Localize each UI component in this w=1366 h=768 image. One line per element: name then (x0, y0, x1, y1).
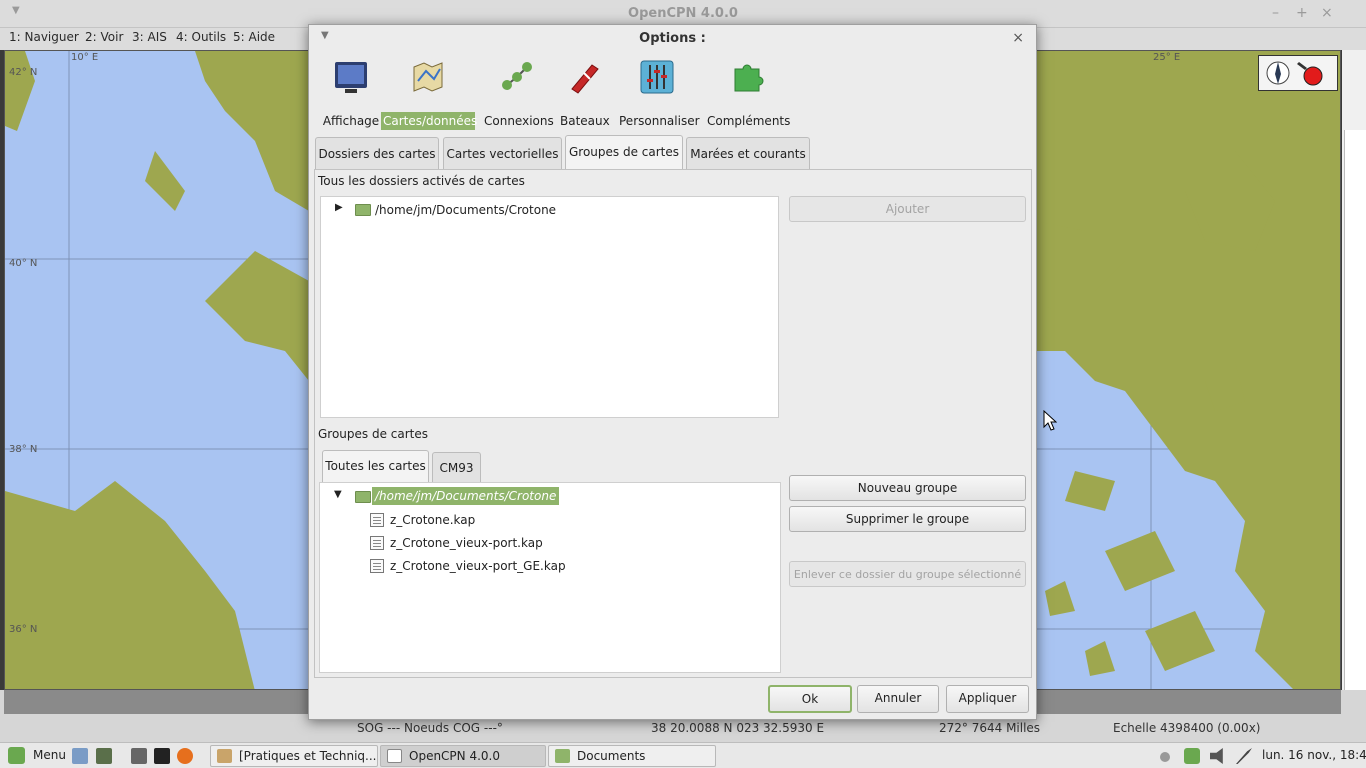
scale-readout: Echelle 4398400 (0.00x) (1113, 721, 1261, 735)
lon-label: 10° E (71, 52, 99, 63)
lat-label: 42° N (9, 67, 38, 78)
lat-label: 38° N (9, 444, 38, 455)
document-icon (217, 749, 232, 763)
folder-icon (555, 749, 570, 763)
add-button[interactable]: Ajouter (789, 196, 1026, 222)
puzzle-icon (734, 64, 764, 92)
tree-folder-path[interactable]: /home/jm/Documents/Crotone (375, 203, 556, 217)
taskbar-window-documents[interactable]: Documents (548, 745, 716, 767)
lat-label: 40° N (9, 258, 38, 269)
show-desktop-icon[interactable] (131, 748, 147, 764)
network-icon[interactable] (1160, 752, 1170, 762)
ship-icon (571, 64, 599, 94)
folder-icon (355, 491, 371, 503)
monitor-icon (335, 62, 367, 93)
taskbar: Menu [Pratiques et Techniq... OpenCPN 4.… (0, 742, 1366, 768)
category-bateaux[interactable]: Bateaux (558, 59, 610, 130)
category-connexions[interactable]: Connexions (482, 59, 554, 130)
update-shield-icon[interactable] (1184, 748, 1200, 764)
minimize-icon[interactable]: – (1272, 5, 1279, 21)
chart-file-item[interactable]: z_Crotone_vieux-port.kap (390, 536, 543, 550)
file-icon (370, 513, 384, 527)
desktop-icon[interactable] (96, 748, 112, 764)
position-readout: 38 20.0088 N 023 32.5930 E (651, 721, 825, 735)
options-dialog: ▼ Options : × Affichage Cartes/données C… (308, 24, 1037, 720)
collapse-icon[interactable]: ▼ (334, 489, 342, 500)
bearing-readout: 272° 7644 Milles (939, 721, 1041, 735)
group-tab-cm93[interactable]: CM93 (432, 452, 481, 482)
file-icon (370, 536, 384, 550)
menu-aide[interactable]: 5: Aide (233, 30, 275, 44)
expand-icon[interactable]: ▶ (335, 202, 343, 213)
clock[interactable]: lun. 16 nov., 18:41 (1262, 748, 1366, 762)
apply-button[interactable]: Appliquer (946, 685, 1029, 713)
menu-ais[interactable]: 3: AIS (132, 30, 167, 44)
tab-marees-et-courants[interactable]: Marées et courants (686, 137, 810, 169)
connections-icon (502, 62, 532, 90)
charts-icon (413, 62, 443, 92)
cancel-button[interactable]: Annuler (857, 685, 939, 713)
firefox-icon[interactable] (177, 748, 193, 764)
tab-cartes-vectorielles[interactable]: Cartes vectorielles (443, 137, 562, 169)
chart-file-item[interactable]: z_Crotone_vieux-port_GE.kap (390, 559, 566, 573)
dialog-close-icon[interactable]: × (1012, 30, 1024, 46)
new-group-button[interactable]: Nouveau groupe (789, 475, 1026, 501)
lon-label: 25° E (1153, 52, 1181, 63)
taskbar-window-opencpn[interactable]: OpenCPN 4.0.0 (380, 745, 546, 767)
all-dirs-label: Tous les dossiers activés de cartes (318, 174, 525, 188)
sog-cog-readout: SOG --- Noeuds COG ---° (357, 721, 503, 735)
opencpn-icon (387, 749, 402, 763)
terminal-icon[interactable] (154, 748, 170, 764)
groups-panel: Tous les dossiers activés de cartes ▶ /h… (314, 169, 1032, 678)
category-personnaliser[interactable]: Personnaliser (617, 59, 700, 130)
sliders-icon (640, 60, 674, 94)
tab-groupes-de-cartes[interactable]: Groupes de cartes (565, 135, 683, 169)
lat-label: 36° N (9, 624, 38, 635)
menu-naviguer[interactable]: 1: Naviguer (9, 30, 79, 44)
selected-group-folder[interactable]: /home/jm/Documents/Crotone (372, 487, 560, 505)
taskbar-window-pratiques[interactable]: [Pratiques et Techniq... (210, 745, 378, 767)
category-complements[interactable]: Compléments (705, 59, 790, 130)
menu-outils[interactable]: 4: Outils (176, 30, 226, 44)
side-pane (1342, 50, 1366, 690)
app-title: OpenCPN 4.0.0 (628, 6, 738, 21)
close-icon[interactable]: × (1321, 5, 1333, 21)
group-tab-toutes-les-cartes[interactable]: Toutes les cartes (322, 450, 429, 482)
ok-button[interactable]: Ok (768, 685, 852, 713)
group-tree[interactable]: ▼ /home/jm/Documents/Crotone z_Crotone.k… (319, 482, 781, 673)
compass-widget[interactable] (1258, 55, 1338, 91)
menu-button[interactable]: Menu (33, 748, 66, 762)
delete-group-button[interactable]: Supprimer le groupe (789, 506, 1026, 532)
chart-file-item[interactable]: z_Crotone.kap (390, 513, 475, 527)
maximize-icon[interactable]: + (1296, 5, 1308, 21)
dialog-title: Options : (639, 31, 706, 46)
power-icon[interactable] (1236, 748, 1252, 764)
all-dirs-tree[interactable]: ▶ /home/jm/Documents/Crotone (320, 196, 779, 418)
mouse-cursor-icon (1043, 410, 1057, 431)
remove-dir-from-group-button[interactable]: Enlever ce dossier du groupe sélectionné (789, 561, 1026, 587)
category-affichage[interactable]: Affichage (318, 59, 384, 130)
file-manager-icon[interactable] (72, 748, 88, 764)
tab-dossiers-des-cartes[interactable]: Dossiers des cartes (315, 137, 439, 169)
folder-icon (355, 204, 371, 216)
mint-menu-icon[interactable] (8, 747, 25, 764)
volume-icon[interactable] (1210, 748, 1223, 764)
groups-label: Groupes de cartes (318, 427, 429, 441)
file-icon (370, 559, 384, 573)
category-cartes-donnees[interactable]: Cartes/données (381, 59, 477, 130)
menu-voir[interactable]: 2: Voir (85, 30, 123, 44)
